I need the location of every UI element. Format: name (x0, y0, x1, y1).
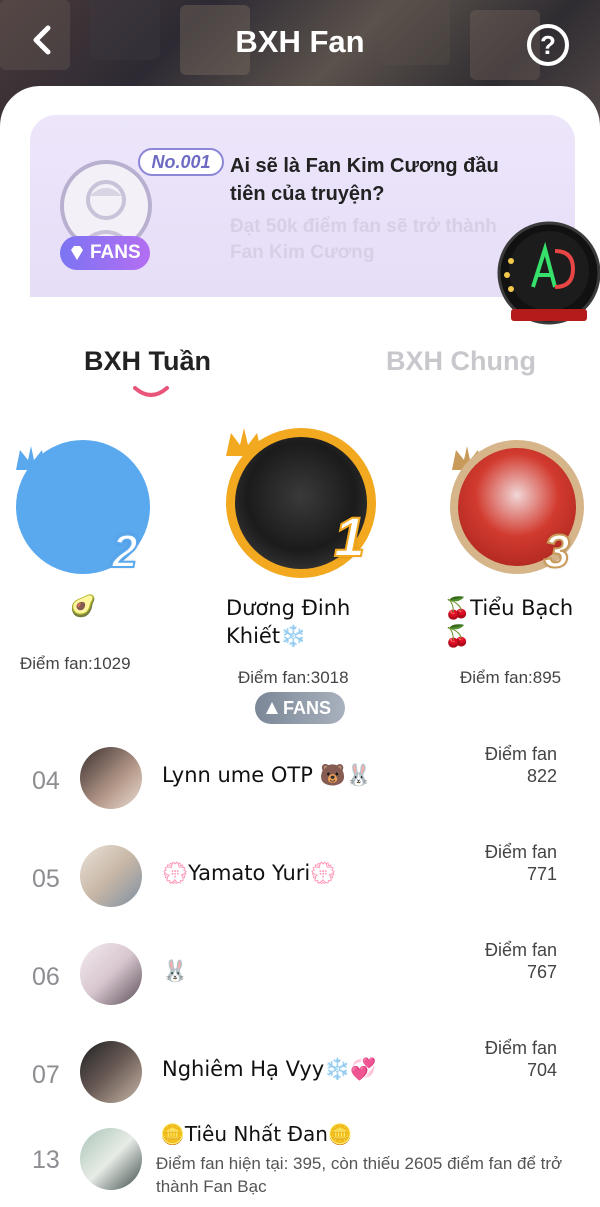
user-name: Lynn ume OTP 🐻🐰 (162, 763, 372, 787)
active-tab-indicator (133, 386, 169, 397)
current-user-avatar (80, 1128, 142, 1190)
help-button[interactable]: ? (527, 24, 569, 66)
avatar (80, 747, 142, 809)
score-label: Điểm fan (484, 842, 557, 862)
list-item[interactable]: 07 Nghiêm Hạ Vyy❄️💞 Điểm fan 704 (0, 1037, 600, 1127)
score-value: 767 (526, 962, 557, 982)
current-user-progress-text: Điểm fan hiện tại: 395, còn thiếu 2605 đ… (156, 1154, 563, 1196)
fans-badge: FANS (60, 236, 150, 270)
current-user-rank: 13 (32, 1146, 60, 1174)
banner-subtitle: Đạt 50k điểm fan sẽ trở thành Fan Kim Cư… (230, 216, 497, 263)
podium-rank-1: 1 (333, 504, 366, 569)
fans-pill-label: FANS (283, 698, 332, 718)
podium-name-2: 🥑 (70, 594, 97, 618)
avatar (80, 943, 142, 1005)
fans-pill[interactable]: FANS (255, 692, 345, 724)
question-icon: ? (540, 30, 556, 60)
user-name: Nghiêm Hạ Vyy❄️💞 (162, 1057, 377, 1081)
user-name: 💮Yamato Yuri💮 (162, 861, 337, 885)
podium-score-2: Điểm fan:1029 (20, 654, 131, 673)
score-value: 822 (526, 766, 557, 786)
rank-number: 07 (32, 1061, 60, 1089)
podium-rank-2: 2 (111, 524, 139, 578)
podium-score-1: Điểm fan:3018 (238, 668, 349, 687)
fans-badge-label: FANS (90, 242, 141, 263)
podium-name-1: Dương Đinh Khiết❄️ (226, 596, 351, 648)
list-item[interactable]: 04 Lynn ume OTP 🐻🐰 Điểm fan 822 (0, 743, 600, 833)
podium-rank-3: 3 (543, 524, 571, 578)
floating-logo[interactable] (497, 217, 600, 329)
logo-icon (497, 221, 600, 325)
banner-title: Ai sẽ là Fan Kim Cương đầu tiên của truy… (230, 155, 499, 205)
tab-overall[interactable]: BXH Chung (386, 346, 536, 377)
rank-number: 04 (32, 767, 60, 795)
score-label: Điểm fan (484, 744, 557, 764)
avatar (80, 1041, 142, 1103)
podium-name-3: 🍒Tiểu Bạch 🍒 (444, 596, 574, 648)
rank-no-badge: No.001 (138, 148, 224, 176)
user-name: 🐰 (162, 959, 189, 983)
tab-weekly[interactable]: BXH Tuần (84, 346, 211, 377)
page-title: BXH Fan (235, 24, 365, 59)
current-user-name: 🪙Tiêu Nhất Đan🪙 (160, 1122, 353, 1146)
score-label: Điểm fan (484, 1038, 557, 1058)
rank-number: 05 (32, 865, 60, 893)
diamond-icon (71, 246, 83, 260)
avatar (80, 845, 142, 907)
triangle-icon (266, 702, 278, 714)
score-value: 771 (526, 864, 557, 884)
score-value: 704 (526, 1060, 557, 1080)
rank-number: 06 (32, 963, 60, 991)
podium-score-3: Điểm fan:895 (460, 668, 562, 687)
score-label: Điểm fan (484, 940, 557, 960)
list-item[interactable]: 05 💮Yamato Yuri💮 Điểm fan 771 (0, 841, 600, 931)
list-item[interactable]: 06 🐰 Điểm fan 767 (0, 939, 600, 1029)
